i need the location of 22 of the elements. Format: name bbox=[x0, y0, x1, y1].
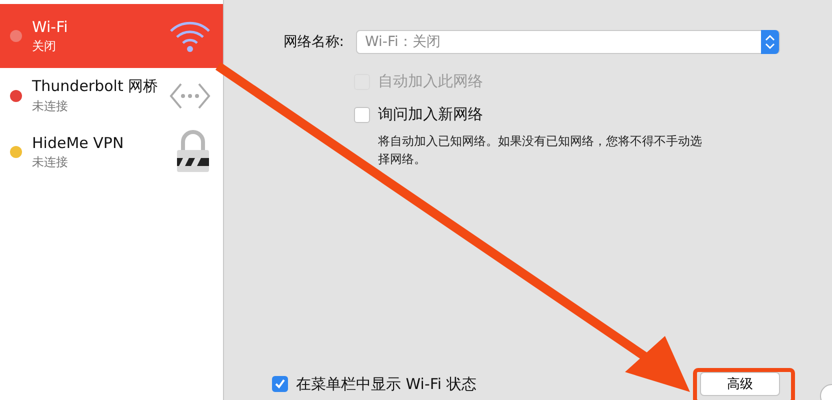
network-status: 未连接 bbox=[32, 154, 69, 170]
advanced-button[interactable]: 高级 bbox=[700, 372, 780, 396]
checkbox-label: 自动加入此网络 bbox=[378, 72, 483, 91]
network-name: HideMe VPN bbox=[32, 134, 125, 152]
wifi-icon bbox=[169, 19, 211, 53]
description-text: 将自动加入已知网络。如果没有已知网络，您将不得不手动选择网络。 bbox=[378, 133, 703, 168]
network-popup[interactable]: Wi-Fi：关闭 bbox=[356, 30, 780, 54]
lock-icon bbox=[175, 130, 211, 174]
checkbox-label: 在菜单栏中显示 Wi-Fi 状态 bbox=[296, 374, 476, 394]
network-item[interactable]: Thunderbolt 网桥 未连接 bbox=[0, 68, 223, 124]
network-item[interactable]: Wi-Fi 关闭 bbox=[0, 4, 223, 68]
network-status: 未连接 bbox=[32, 98, 69, 115]
field-label: 网络名称: bbox=[282, 33, 344, 51]
checkbox[interactable] bbox=[272, 376, 288, 392]
network-name: Thunderbolt 网桥 bbox=[32, 77, 159, 96]
checkbox-label: 询问加入新网络 bbox=[378, 105, 483, 124]
network-status: 关闭 bbox=[32, 38, 57, 54]
bridge-icon bbox=[169, 81, 211, 111]
network-item[interactable]: HideMe VPN 未连接 bbox=[0, 124, 223, 180]
network-name: Wi-Fi bbox=[32, 18, 69, 36]
stepper-icon[interactable] bbox=[761, 30, 779, 54]
checkbox[interactable] bbox=[354, 106, 370, 122]
